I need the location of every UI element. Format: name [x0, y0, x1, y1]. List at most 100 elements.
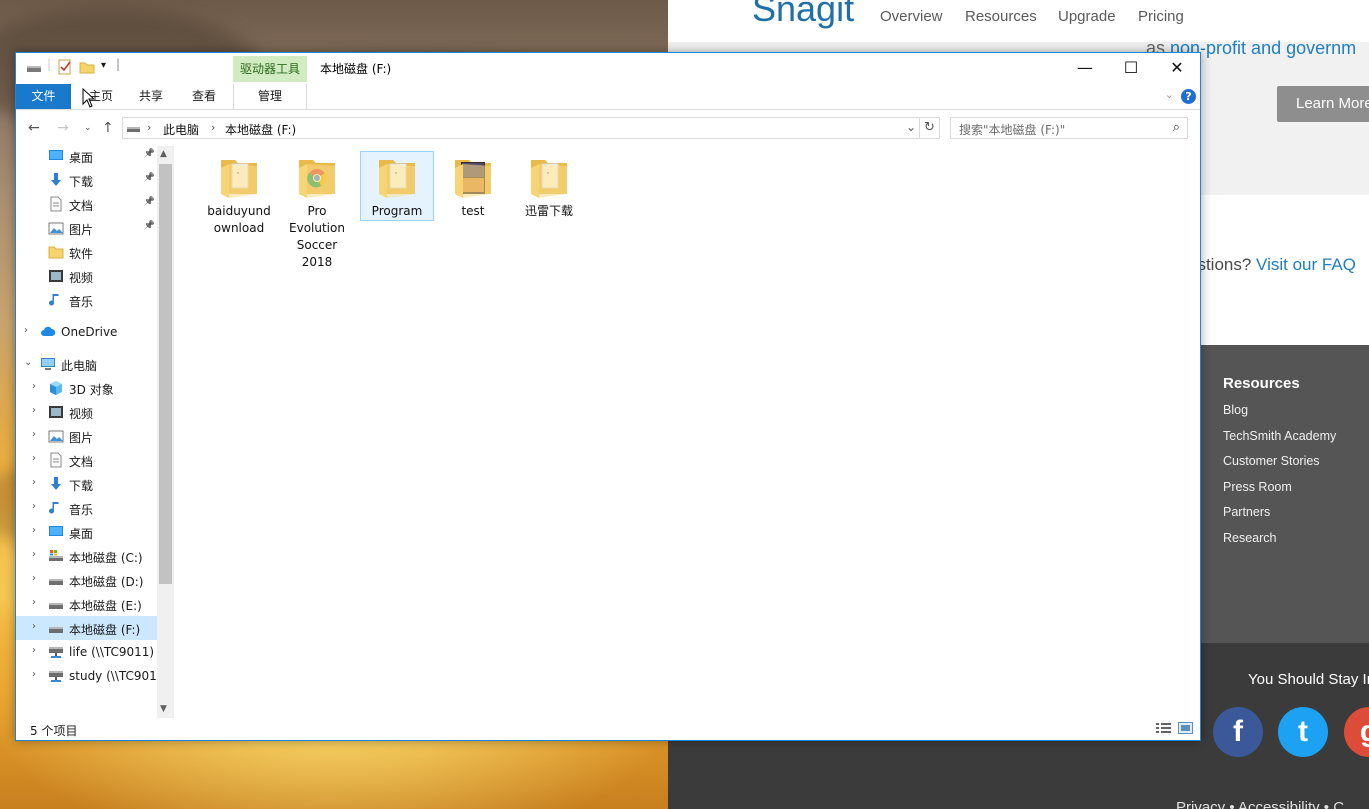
properties-icon[interactable] [57, 59, 73, 78]
file-item[interactable]: baiduyund ownload [202, 152, 276, 237]
sidebar-item[interactable]: ⌄ 此电脑 [16, 352, 157, 376]
search-icon[interactable]: ⌕ [1173, 120, 1180, 135]
chevron-right-icon[interactable]: › [32, 477, 36, 488]
chevron-right-icon[interactable]: › [32, 405, 36, 416]
sidebar-item[interactable]: › 图片 [16, 424, 157, 448]
chevron-right-icon[interactable]: › [24, 325, 28, 336]
forward-arrow-icon[interactable]: → [57, 120, 69, 136]
file-item[interactable]: Program [360, 151, 434, 221]
chevron-right-icon[interactable]: › [32, 573, 36, 584]
sidebar-item[interactable]: 图片 📌 [16, 216, 157, 240]
site-nav-overview[interactable]: Overview [880, 8, 943, 25]
scroll-down-icon[interactable]: ▼ [160, 704, 167, 714]
footer-link-academy[interactable]: TechSmith Academy [1223, 429, 1336, 443]
sidebar-item[interactable]: 文档 📌 [16, 192, 157, 216]
footer-link-blog[interactable]: Blog [1223, 403, 1248, 417]
breadcrumb-drive-f[interactable]: 本地磁盘 (F:) [225, 121, 296, 138]
sidebar-item[interactable]: 音乐 [16, 288, 157, 312]
sidebar-item[interactable]: › 本地磁盘 (C:) [16, 544, 157, 568]
refresh-icon[interactable]: ↻ [920, 117, 940, 139]
tab-view[interactable]: 查看 [182, 84, 226, 109]
drive-icon[interactable] [26, 59, 42, 78]
pin-icon[interactable]: 📌 [144, 149, 155, 159]
chevron-right-icon[interactable]: › [32, 669, 36, 680]
scroll-up-icon[interactable]: ▲ [160, 149, 167, 159]
sidebar-item[interactable]: › life (\\TC9011) [16, 640, 157, 664]
chevron-right-icon[interactable]: › [32, 549, 36, 560]
sidebar-item[interactable]: › 音乐 [16, 496, 157, 520]
address-dropdown-icon[interactable]: ⌄ [906, 120, 916, 134]
footer-link-press-room[interactable]: Press Room [1223, 480, 1292, 494]
search-input[interactable]: 搜索"本地磁盘 (F:)" ⌕ [950, 117, 1188, 139]
chevron-right-icon[interactable]: › [32, 501, 36, 512]
sidebar-item[interactable]: › 文档 [16, 448, 157, 472]
scrollbar-thumb[interactable] [159, 164, 172, 584]
footer-link-customer-stories[interactable]: Customer Stories [1223, 454, 1320, 468]
privacy-links[interactable]: Privacy • Accessibility • C [1176, 799, 1344, 809]
chevron-right-icon[interactable]: › [32, 381, 36, 392]
breadcrumb-separator-icon[interactable]: › [147, 121, 151, 134]
back-arrow-icon[interactable]: ← [28, 120, 40, 136]
pin-icon[interactable]: 📌 [144, 221, 155, 231]
file-list-view[interactable]: baiduyund ownload Pro Evolution Soccer 2018 Pr… [174, 146, 1200, 718]
sidebar-item[interactable]: 下载 📌 [16, 168, 157, 192]
help-icon[interactable]: ? [1181, 89, 1196, 104]
recent-locations-icon[interactable]: ⌄ [84, 123, 92, 133]
faq-link[interactable]: Visit our FAQ [1256, 255, 1356, 274]
sidebar-item[interactable]: › 本地磁盘 (F:) [16, 616, 157, 640]
sidebar-item[interactable]: › 视频 [16, 400, 157, 424]
chevron-down-icon[interactable]: ⌄ [24, 357, 32, 368]
up-arrow-icon[interactable]: ↑ [102, 120, 114, 136]
footer-link-research[interactable]: Research [1223, 531, 1277, 545]
new-folder-icon[interactable] [79, 59, 95, 78]
footer-link-partners[interactable]: Partners [1223, 505, 1270, 519]
site-nav-pricing[interactable]: Pricing [1138, 8, 1184, 25]
sidebar-item[interactable]: › 本地磁盘 (E:) [16, 592, 157, 616]
chevron-right-icon[interactable]: › [32, 621, 36, 632]
site-nav-resources[interactable]: Resources [965, 8, 1037, 25]
sidebar-item[interactable]: › 下载 [16, 472, 157, 496]
sidebar-item[interactable]: › OneDrive [16, 320, 157, 344]
sidebar-item[interactable]: 桌面 📌 [16, 146, 157, 168]
breadcrumb-this-pc[interactable]: 此电脑 [163, 121, 199, 138]
file-item[interactable]: 迅雷下载 [512, 152, 586, 220]
navigation-bar: ← → ⌄ ↑ › 此电脑 › 本地磁盘 (F:) ⌄ ↻ 搜索"本地磁盘 (F… [16, 110, 1200, 146]
maximize-button[interactable]: ☐ [1108, 53, 1154, 84]
google-plus-icon[interactable]: g [1344, 707, 1369, 757]
pin-icon[interactable]: 📌 [144, 173, 155, 183]
tab-manage[interactable]: 管理 [233, 84, 307, 109]
close-button[interactable]: ✕ [1154, 53, 1200, 84]
chevron-right-icon[interactable]: › [32, 453, 36, 464]
file-item[interactable]: test [436, 152, 510, 220]
large-icons-view-icon[interactable] [1178, 722, 1194, 736]
pin-icon[interactable]: 📌 [144, 197, 155, 207]
sidebar-item[interactable]: 视频 [16, 264, 157, 288]
details-view-icon[interactable] [1156, 722, 1172, 736]
sidebar-scrollbar[interactable]: ▲ ▼ [157, 146, 174, 718]
site-nav-upgrade[interactable]: Upgrade [1058, 8, 1116, 25]
chevron-right-icon[interactable]: › [32, 429, 36, 440]
learn-more-button[interactable]: Learn More [1277, 86, 1369, 122]
title-bar[interactable]: | ▾ | 驱动器工具 本地磁盘 (F:) — ☐ ✕ [16, 53, 1200, 84]
file-item[interactable]: Pro Evolution Soccer 2018 [280, 152, 354, 271]
tab-file[interactable]: 文件 [16, 84, 71, 109]
customize-qat-icon[interactable]: ▾ [101, 60, 106, 71]
sidebar-item[interactable]: › 3D 对象 [16, 376, 157, 400]
navigation-pane[interactable]: ⌄快速访问桌面📌下载📌文档📌图片📌软件视频音乐›OneDrive⌄此电脑›3D … [16, 146, 174, 718]
twitter-icon[interactable]: t [1278, 707, 1328, 757]
sidebar-item[interactable]: › 桌面 [16, 520, 157, 544]
chevron-right-icon[interactable]: › [32, 525, 36, 536]
download-icon [48, 172, 64, 188]
sidebar-item[interactable]: 软件 [16, 240, 157, 264]
chevron-right-icon[interactable]: › [32, 597, 36, 608]
sidebar-item[interactable]: › 本地磁盘 (D:) [16, 568, 157, 592]
sidebar-item[interactable]: › study (\\TC9011) [16, 664, 169, 688]
facebook-icon[interactable]: f [1213, 707, 1263, 757]
address-bar[interactable]: › 此电脑 › 本地磁盘 (F:) ⌄ [122, 117, 920, 139]
minimize-button[interactable]: — [1062, 53, 1108, 84]
breadcrumb-separator-icon[interactable]: › [211, 121, 215, 134]
tab-share[interactable]: 共享 [129, 84, 173, 109]
site-logo[interactable]: Snagit [752, 0, 854, 30]
chevron-right-icon[interactable]: › [32, 645, 36, 656]
expand-ribbon-icon[interactable]: ⌄ [1165, 88, 1174, 101]
